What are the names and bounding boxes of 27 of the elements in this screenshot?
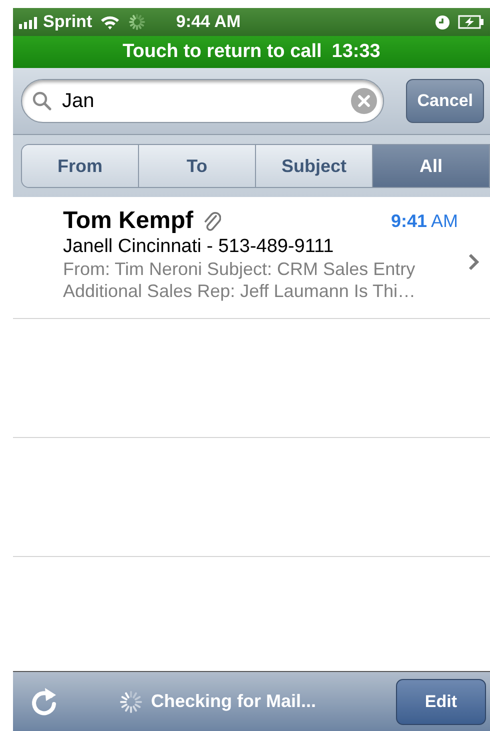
- call-bar-text: Touch to return to call: [122, 40, 322, 64]
- search-icon: [32, 91, 52, 111]
- clock-icon: [435, 14, 450, 30]
- message-time: 9:41 AM: [390, 210, 458, 232]
- search-field[interactable]: Jan: [21, 79, 384, 123]
- scope-tab[interactable]: From: [22, 145, 139, 187]
- message-preview: From: Tim Neroni Subject: CRM Sales Entry Additional Sales Rep: Jeff Laumann Is Thi…: [63, 258, 417, 302]
- refresh-icon[interactable]: [29, 686, 59, 716]
- call-timer: 13:33: [332, 40, 380, 64]
- scope-tab[interactable]: To: [139, 145, 256, 187]
- status-time: 9:44 AM: [176, 11, 241, 34]
- activity-spinner-icon: [128, 13, 146, 31]
- cancel-button[interactable]: Cancel: [406, 79, 484, 123]
- scope-tab[interactable]: Subject: [256, 145, 373, 187]
- sender-name: Tom Kempf: [63, 207, 194, 235]
- carrier-name: Sprint: [43, 11, 92, 34]
- return-to-call-bar[interactable]: Touch to return to call 13:33: [13, 36, 490, 68]
- loading-spinner-icon: [119, 690, 143, 714]
- edit-button[interactable]: Edit: [396, 678, 486, 724]
- scope-tab[interactable]: All: [373, 145, 490, 187]
- battery-charging-icon: [458, 15, 484, 29]
- chevron-icon: [468, 253, 480, 271]
- message-subject: Janell Cincinnati - 513-489-9111: [63, 235, 335, 258]
- wifi-icon: [100, 14, 120, 30]
- search-input[interactable]: Jan: [60, 85, 344, 117]
- clear-icon[interactable]: [351, 88, 378, 114]
- mail-status: Checking for Mail...: [151, 690, 316, 713]
